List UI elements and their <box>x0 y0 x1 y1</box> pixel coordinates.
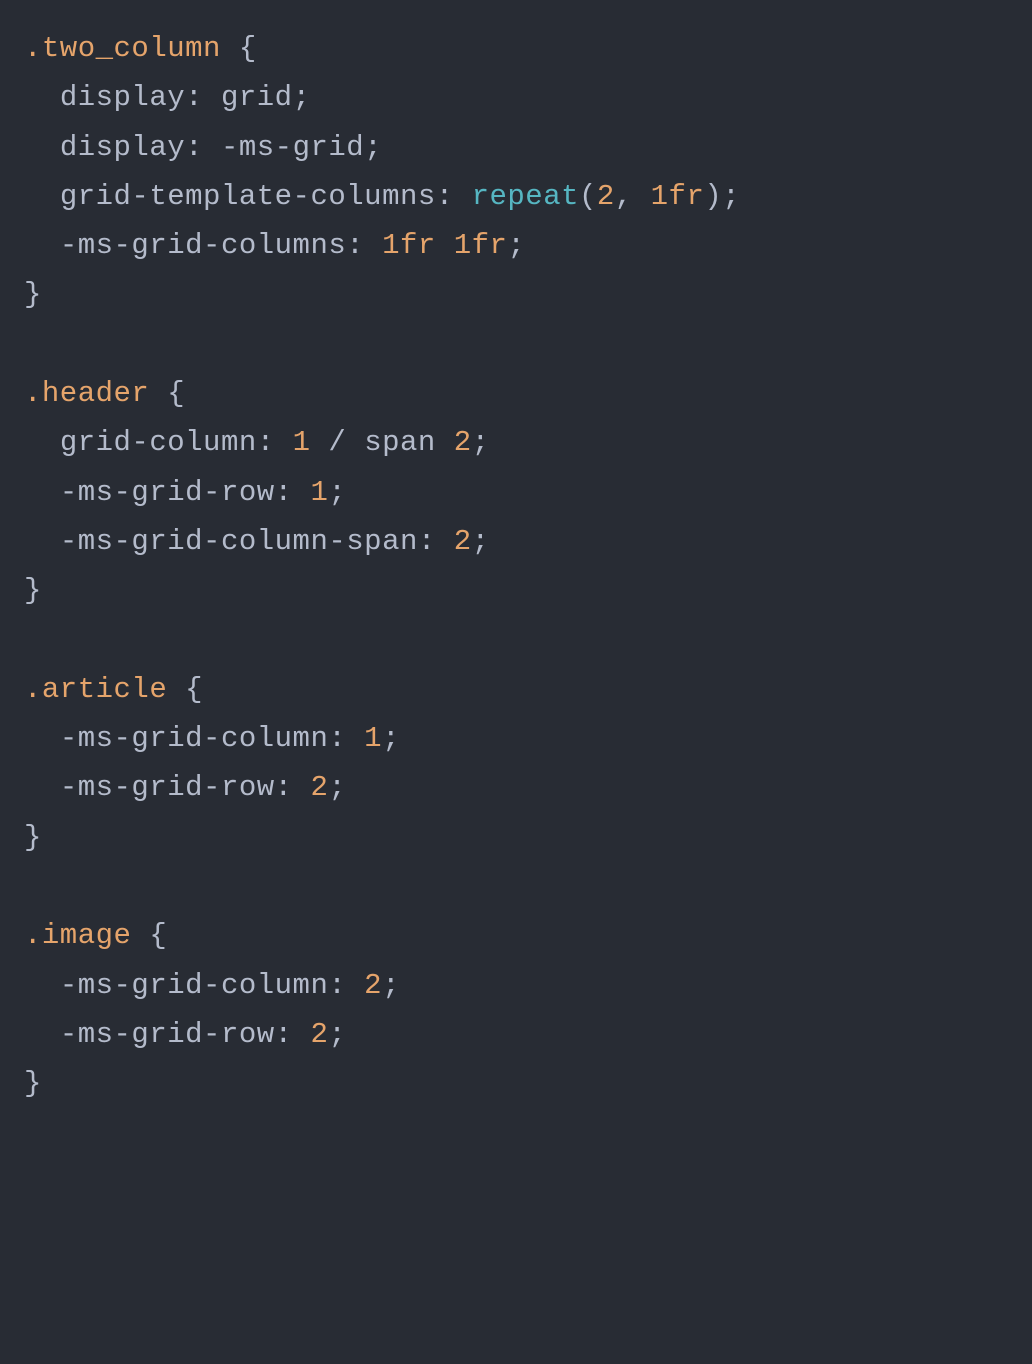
token-punc: : <box>257 426 293 459</box>
token-punc: ; <box>293 81 311 114</box>
token-num: 2 <box>454 525 472 558</box>
token-fn: repeat <box>472 180 579 213</box>
token-num: 2 <box>364 969 382 1002</box>
token-prop: -ms-grid-column <box>60 722 329 755</box>
token-punc: : <box>418 525 454 558</box>
token-punc: ) <box>704 180 722 213</box>
token-punc: : <box>185 81 221 114</box>
token-unit: fr <box>472 229 508 262</box>
token-punc: : <box>275 476 311 509</box>
token-unit: fr <box>669 180 705 213</box>
token-val: -ms-grid <box>221 131 364 164</box>
token-punc: : <box>328 969 364 1002</box>
token-punc: : <box>275 771 311 804</box>
token-punc: { <box>221 32 257 65</box>
token-punc: ; <box>328 476 346 509</box>
token-prop: grid-column <box>60 426 257 459</box>
token-punc: : <box>436 180 472 213</box>
token-num: 2 <box>597 180 615 213</box>
token-punc: ; <box>382 722 400 755</box>
token-sel: .header <box>24 377 149 410</box>
token-punc: { <box>149 377 185 410</box>
token-punc: } <box>24 278 42 311</box>
token-val: grid <box>221 81 293 114</box>
token-prop: -ms-grid-column-span <box>60 525 418 558</box>
token-punc: , <box>615 180 651 213</box>
token-prop: display <box>60 131 185 164</box>
token-num: 1 <box>293 426 311 459</box>
token-sel: .image <box>24 919 131 952</box>
token-punc: { <box>167 673 203 706</box>
token-num: 1 <box>454 229 472 262</box>
token-kw: span <box>364 426 454 459</box>
token-unit: fr <box>400 229 454 262</box>
token-num: 1 <box>310 476 328 509</box>
token-prop: -ms-grid-row <box>60 771 275 804</box>
token-punc: ; <box>364 131 382 164</box>
token-prop: -ms-grid-column <box>60 969 329 1002</box>
token-prop: display <box>60 81 185 114</box>
token-punc: ; <box>472 426 490 459</box>
token-punc: ; <box>328 1018 346 1051</box>
token-punc: ; <box>472 525 490 558</box>
token-sel: .article <box>24 673 167 706</box>
token-punc: ( <box>579 180 597 213</box>
token-punc: ; <box>328 771 346 804</box>
token-punc: : <box>185 131 221 164</box>
token-num: 2 <box>310 1018 328 1051</box>
token-prop: -ms-grid-row <box>60 1018 275 1051</box>
token-num: 2 <box>454 426 472 459</box>
token-punc: } <box>24 821 42 854</box>
token-punc: ; <box>507 229 525 262</box>
css-code-block[interactable]: .two_column { display: grid; display: -m… <box>24 24 1008 1109</box>
token-punc: { <box>131 919 167 952</box>
token-prop: -ms-grid-row <box>60 476 275 509</box>
token-punc: ; <box>382 969 400 1002</box>
token-num: 1 <box>382 229 400 262</box>
token-num: 2 <box>310 771 328 804</box>
token-punc: } <box>24 1067 42 1100</box>
token-prop: -ms-grid-columns <box>60 229 346 262</box>
token-punc: / <box>310 426 364 459</box>
token-prop: grid-template-columns <box>60 180 436 213</box>
token-punc: : <box>346 229 382 262</box>
token-punc: : <box>328 722 364 755</box>
token-num: 1 <box>651 180 669 213</box>
token-num: 1 <box>364 722 382 755</box>
token-punc: : <box>275 1018 311 1051</box>
token-punc: } <box>24 574 42 607</box>
token-sel: .two_column <box>24 32 221 65</box>
token-punc: ; <box>722 180 740 213</box>
